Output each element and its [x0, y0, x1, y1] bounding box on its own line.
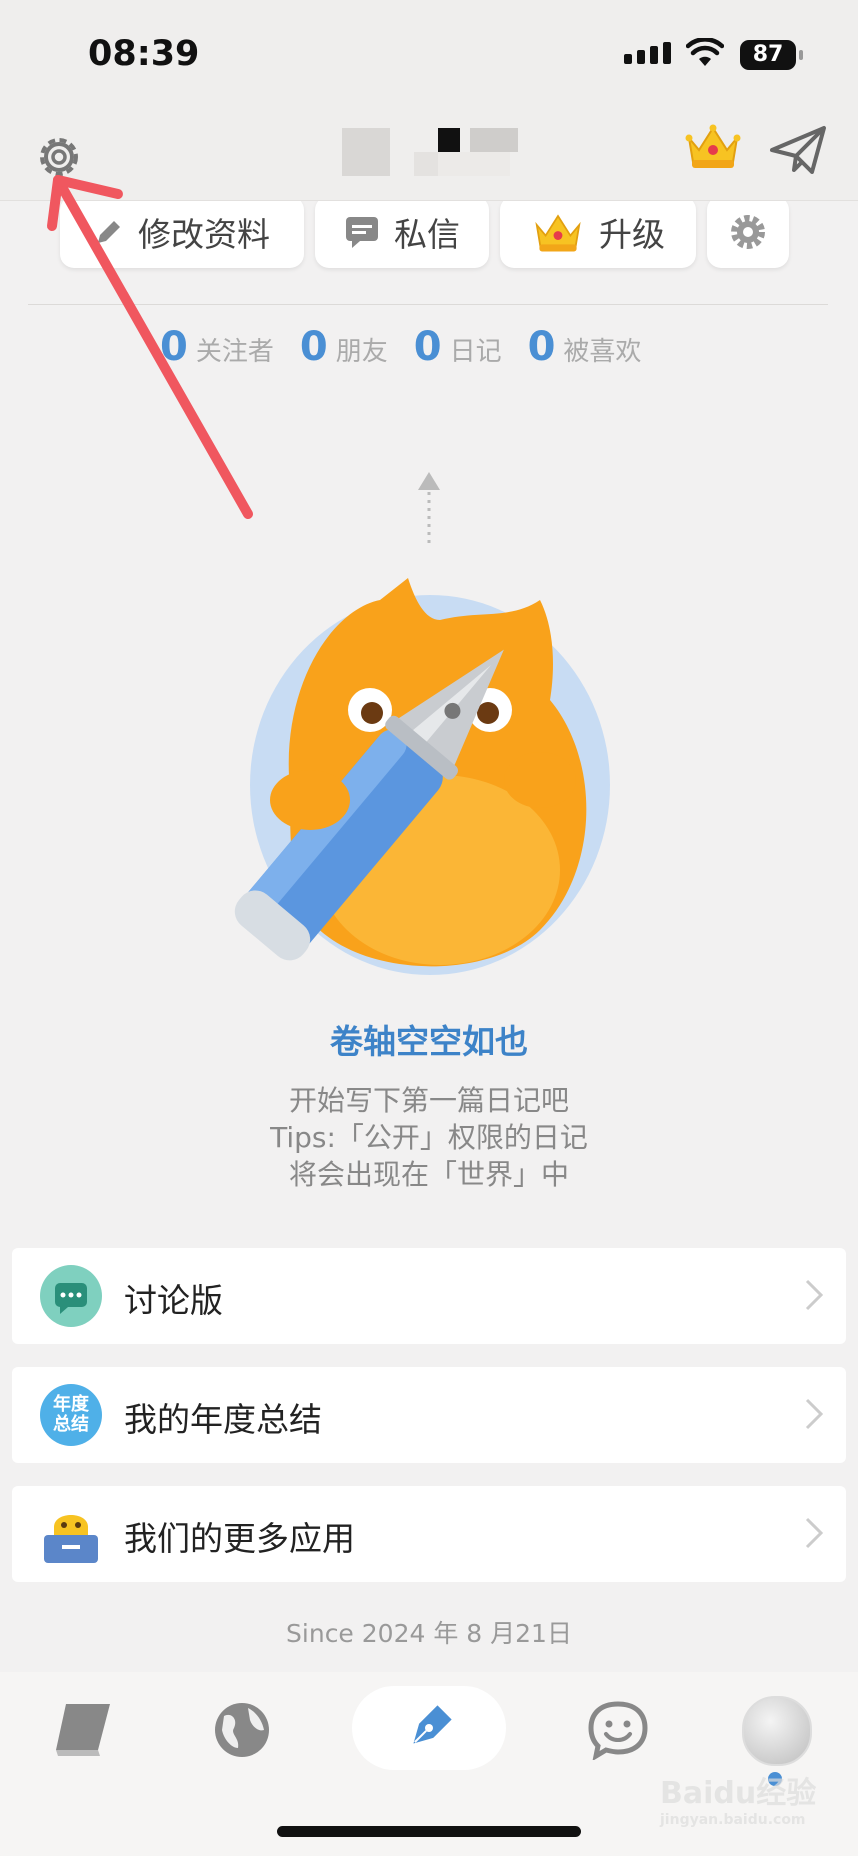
empty-state-line: 开始写下第一篇日记吧 — [288, 1084, 569, 1117]
profile-actions: 修改资料 私信 升级 — [60, 196, 789, 268]
empty-state-line: 将会出现在「世界」中 — [288, 1158, 569, 1191]
stat-value: 0 — [160, 324, 188, 370]
empty-state-line: Tips:「公开」权限的日记 — [270, 1121, 588, 1154]
private-message-label: 私信 — [394, 215, 460, 254]
stat-value: 0 — [527, 324, 556, 370]
chevron-right-icon — [805, 1398, 824, 1430]
stat-value: 0 — [413, 324, 442, 370]
pencil-icon — [98, 221, 120, 243]
annual-summary-icon: 年度总结 — [40, 1384, 102, 1446]
stat-label: 关注者 — [195, 337, 274, 367]
signal-icon — [624, 42, 671, 64]
chat-bubble-icon — [40, 1265, 102, 1327]
crown-icon — [535, 214, 581, 252]
battery-indicator: 87 — [740, 40, 803, 70]
top-bar: 08:39 87 — [0, 0, 858, 201]
tab-write[interactable] — [352, 1686, 506, 1770]
menu-item-annual-summary[interactable]: 年度总结 我的年度总结 — [12, 1367, 846, 1463]
upgrade-button[interactable]: 升级 — [500, 196, 696, 268]
avatar[interactable] — [742, 1696, 812, 1766]
stat-followers[interactable]: 0 关注者 — [160, 324, 274, 370]
settings-button[interactable] — [707, 196, 789, 268]
stat-diaries[interactable]: 0 日记 — [414, 324, 502, 370]
message-icon — [346, 217, 378, 248]
divider — [28, 304, 828, 305]
stat-label: 日记 — [449, 337, 502, 367]
menu-item-label: 我们的更多应用 — [124, 1519, 355, 1558]
empty-state-text: 开始写下第一篇日记吧 Tips:「公开」权限的日记 将会出现在「世界」中 — [0, 1082, 858, 1193]
home-indicator — [277, 1826, 581, 1837]
crown-icon[interactable] — [683, 120, 743, 172]
menu-item-more-apps[interactable]: 我们的更多应用 — [12, 1486, 846, 1582]
wifi-icon — [686, 38, 724, 66]
private-message-button[interactable]: 私信 — [315, 196, 489, 268]
empty-state-title: 卷轴空空如也 — [330, 1022, 528, 1061]
stat-friends[interactable]: 0 朋友 — [300, 324, 388, 370]
gear-icon — [731, 215, 765, 249]
diary-book-icon[interactable] — [52, 1700, 114, 1758]
edit-profile-label: 修改资料 — [138, 215, 270, 254]
chevron-right-icon — [805, 1279, 824, 1311]
upgrade-label: 升级 — [599, 215, 665, 254]
paper-plane-icon[interactable] — [768, 122, 828, 178]
stat-label: 朋友 — [335, 337, 388, 367]
watermark-url: jingyan.baidu.com — [660, 1812, 806, 1828]
cat-mascot-illustration — [234, 578, 610, 975]
menu-item-label: 我的年度总结 — [124, 1400, 322, 1439]
gear-icon[interactable] — [30, 128, 88, 186]
stat-value: 0 — [299, 324, 328, 370]
watermark-brand: Baidu经验 — [660, 1776, 817, 1811]
menu-item-label: 讨论版 — [124, 1281, 223, 1320]
more-apps-icon — [40, 1503, 102, 1565]
arrow-up-icon — [418, 472, 440, 544]
since-date: Since 2024 年 8 月21日 — [286, 1619, 572, 1648]
chevron-right-icon — [805, 1517, 824, 1549]
baidu-watermark: Baidu经验 jingyan.baidu.com — [660, 1768, 816, 1828]
annual-summary-icon-text: 年度总结 — [53, 1394, 89, 1435]
profile-stats: 0 关注者 0 朋友 0 日记 0 被喜欢 — [160, 324, 641, 370]
status-time: 08:39 — [88, 34, 200, 74]
edit-profile-button[interactable]: 修改资料 — [60, 196, 304, 268]
stat-label: 被喜欢 — [563, 337, 642, 367]
stat-likes[interactable]: 0 被喜欢 — [528, 324, 642, 370]
globe-icon[interactable] — [212, 1700, 272, 1760]
menu-item-forum[interactable]: 讨论版 — [12, 1248, 846, 1344]
pen-icon — [413, 1705, 452, 1744]
smiley-icon[interactable] — [588, 1700, 648, 1760]
